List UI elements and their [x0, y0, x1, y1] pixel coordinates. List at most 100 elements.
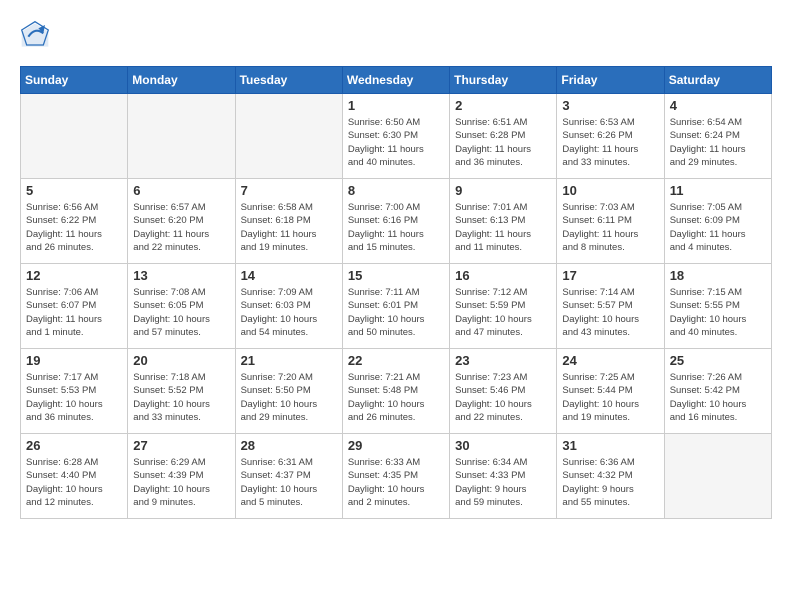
- calendar-cell: 14 Sunrise: 7:09 AM Sunset: 6:03 PM Dayli…: [235, 264, 342, 349]
- calendar-table: SundayMondayTuesdayWednesdayThursdayFrid…: [20, 66, 772, 519]
- day-number: 20: [133, 353, 229, 368]
- day-info: Sunrise: 6:53 AM Sunset: 6:26 PM Dayligh…: [562, 116, 658, 169]
- weekday-header: Friday: [557, 67, 664, 94]
- day-info: Sunrise: 6:29 AM Sunset: 4:39 PM Dayligh…: [133, 456, 229, 509]
- calendar-week: 1 Sunrise: 6:50 AM Sunset: 6:30 PM Daylig…: [21, 94, 772, 179]
- calendar-cell: 27 Sunrise: 6:29 AM Sunset: 4:39 PM Dayli…: [128, 434, 235, 519]
- calendar-cell: 29 Sunrise: 6:33 AM Sunset: 4:35 PM Dayli…: [342, 434, 449, 519]
- calendar-cell: 3 Sunrise: 6:53 AM Sunset: 6:26 PM Daylig…: [557, 94, 664, 179]
- calendar-cell: [21, 94, 128, 179]
- day-number: 14: [241, 268, 337, 283]
- calendar-cell: 16 Sunrise: 7:12 AM Sunset: 5:59 PM Dayli…: [450, 264, 557, 349]
- calendar-cell: [235, 94, 342, 179]
- calendar-cell: 5Sunrise: 6:56 AM Sunset: 6:22 PM Daylig…: [21, 179, 128, 264]
- day-info: Sunrise: 6:54 AM Sunset: 6:24 PM Dayligh…: [670, 116, 766, 169]
- day-number: 16: [455, 268, 551, 283]
- day-info: Sunrise: 7:21 AM Sunset: 5:48 PM Dayligh…: [348, 371, 444, 424]
- calendar-cell: 15Sunrise: 7:11 AM Sunset: 6:01 PM Dayli…: [342, 264, 449, 349]
- weekday-header: Wednesday: [342, 67, 449, 94]
- header-row: SundayMondayTuesdayWednesdayThursdayFrid…: [21, 67, 772, 94]
- day-number: 1: [348, 98, 444, 113]
- calendar-cell: 28 Sunrise: 6:31 AM Sunset: 4:37 PM Dayli…: [235, 434, 342, 519]
- day-number: 3: [562, 98, 658, 113]
- calendar-cell: 19 Sunrise: 7:17 AM Sunset: 5:53 PM Dayli…: [21, 349, 128, 434]
- day-number: 9: [455, 183, 551, 198]
- day-number: 29: [348, 438, 444, 453]
- calendar-cell: 10 Sunrise: 7:03 AM Sunset: 6:11 PM Dayli…: [557, 179, 664, 264]
- calendar-cell: 30 Sunrise: 6:34 AM Sunset: 4:33 PM Dayli…: [450, 434, 557, 519]
- calendar-cell: 25 Sunrise: 7:26 AM Sunset: 5:42 PM Dayli…: [664, 349, 771, 434]
- day-info: Sunrise: 7:00 AM Sunset: 6:16 PM Dayligh…: [348, 201, 444, 254]
- day-info: Sunrise: 6:51 AM Sunset: 6:28 PM Dayligh…: [455, 116, 551, 169]
- day-number: 10: [562, 183, 658, 198]
- day-number: 30: [455, 438, 551, 453]
- calendar-week: 12Sunrise: 7:06 AM Sunset: 6:07 PM Dayli…: [21, 264, 772, 349]
- logo: [20, 20, 54, 50]
- calendar-cell: 2 Sunrise: 6:51 AM Sunset: 6:28 PM Daylig…: [450, 94, 557, 179]
- day-info: Sunrise: 7:01 AM Sunset: 6:13 PM Dayligh…: [455, 201, 551, 254]
- weekday-header: Sunday: [21, 67, 128, 94]
- day-number: 19: [26, 353, 122, 368]
- calendar-cell: 24 Sunrise: 7:25 AM Sunset: 5:44 PM Dayli…: [557, 349, 664, 434]
- day-info: Sunrise: 6:58 AM Sunset: 6:18 PM Dayligh…: [241, 201, 337, 254]
- day-number: 25: [670, 353, 766, 368]
- calendar-cell: 12Sunrise: 7:06 AM Sunset: 6:07 PM Dayli…: [21, 264, 128, 349]
- day-info: Sunrise: 7:26 AM Sunset: 5:42 PM Dayligh…: [670, 371, 766, 424]
- calendar-cell: [664, 434, 771, 519]
- day-info: Sunrise: 6:28 AM Sunset: 4:40 PM Dayligh…: [26, 456, 122, 509]
- day-number: 17: [562, 268, 658, 283]
- day-info: Sunrise: 7:11 AM Sunset: 6:01 PM Dayligh…: [348, 286, 444, 339]
- day-info: Sunrise: 7:09 AM Sunset: 6:03 PM Dayligh…: [241, 286, 337, 339]
- calendar-cell: 31 Sunrise: 6:36 AM Sunset: 4:32 PM Dayli…: [557, 434, 664, 519]
- day-info: Sunrise: 7:06 AM Sunset: 6:07 PM Dayligh…: [26, 286, 122, 339]
- day-info: Sunrise: 6:50 AM Sunset: 6:30 PM Dayligh…: [348, 116, 444, 169]
- calendar-cell: 9 Sunrise: 7:01 AM Sunset: 6:13 PM Daylig…: [450, 179, 557, 264]
- calendar-cell: 4 Sunrise: 6:54 AM Sunset: 6:24 PM Daylig…: [664, 94, 771, 179]
- day-number: 31: [562, 438, 658, 453]
- day-info: Sunrise: 6:31 AM Sunset: 4:37 PM Dayligh…: [241, 456, 337, 509]
- day-info: Sunrise: 6:56 AM Sunset: 6:22 PM Dayligh…: [26, 201, 122, 254]
- day-info: Sunrise: 7:17 AM Sunset: 5:53 PM Dayligh…: [26, 371, 122, 424]
- calendar-cell: 11 Sunrise: 7:05 AM Sunset: 6:09 PM Dayli…: [664, 179, 771, 264]
- weekday-header: Saturday: [664, 67, 771, 94]
- day-info: Sunrise: 7:25 AM Sunset: 5:44 PM Dayligh…: [562, 371, 658, 424]
- day-info: Sunrise: 6:33 AM Sunset: 4:35 PM Dayligh…: [348, 456, 444, 509]
- page-header: [20, 20, 772, 50]
- day-info: Sunrise: 7:20 AM Sunset: 5:50 PM Dayligh…: [241, 371, 337, 424]
- day-number: 11: [670, 183, 766, 198]
- weekday-header: Monday: [128, 67, 235, 94]
- day-number: 4: [670, 98, 766, 113]
- day-info: Sunrise: 7:23 AM Sunset: 5:46 PM Dayligh…: [455, 371, 551, 424]
- day-info: Sunrise: 7:18 AM Sunset: 5:52 PM Dayligh…: [133, 371, 229, 424]
- day-info: Sunrise: 6:34 AM Sunset: 4:33 PM Dayligh…: [455, 456, 551, 509]
- day-number: 24: [562, 353, 658, 368]
- day-number: 21: [241, 353, 337, 368]
- day-info: Sunrise: 7:03 AM Sunset: 6:11 PM Dayligh…: [562, 201, 658, 254]
- day-info: Sunrise: 7:05 AM Sunset: 6:09 PM Dayligh…: [670, 201, 766, 254]
- day-number: 8: [348, 183, 444, 198]
- day-number: 27: [133, 438, 229, 453]
- day-info: Sunrise: 7:12 AM Sunset: 5:59 PM Dayligh…: [455, 286, 551, 339]
- calendar-cell: [128, 94, 235, 179]
- day-number: 2: [455, 98, 551, 113]
- weekday-header: Thursday: [450, 67, 557, 94]
- day-info: Sunrise: 6:57 AM Sunset: 6:20 PM Dayligh…: [133, 201, 229, 254]
- calendar-week: 19 Sunrise: 7:17 AM Sunset: 5:53 PM Dayli…: [21, 349, 772, 434]
- calendar-cell: 8 Sunrise: 7:00 AM Sunset: 6:16 PM Daylig…: [342, 179, 449, 264]
- calendar-cell: 13Sunrise: 7:08 AM Sunset: 6:05 PM Dayli…: [128, 264, 235, 349]
- calendar-cell: 26 Sunrise: 6:28 AM Sunset: 4:40 PM Dayli…: [21, 434, 128, 519]
- calendar-cell: 18Sunrise: 7:15 AM Sunset: 5:55 PM Dayli…: [664, 264, 771, 349]
- calendar-cell: 21 Sunrise: 7:20 AM Sunset: 5:50 PM Dayli…: [235, 349, 342, 434]
- calendar-cell: 20 Sunrise: 7:18 AM Sunset: 5:52 PM Dayli…: [128, 349, 235, 434]
- day-number: 28: [241, 438, 337, 453]
- day-number: 7: [241, 183, 337, 198]
- day-number: 6: [133, 183, 229, 198]
- calendar-cell: 17 Sunrise: 7:14 AM Sunset: 5:57 PM Dayli…: [557, 264, 664, 349]
- logo-icon: [20, 20, 50, 50]
- calendar-week: 5Sunrise: 6:56 AM Sunset: 6:22 PM Daylig…: [21, 179, 772, 264]
- day-info: Sunrise: 7:14 AM Sunset: 5:57 PM Dayligh…: [562, 286, 658, 339]
- calendar-cell: 23Sunrise: 7:23 AM Sunset: 5:46 PM Dayli…: [450, 349, 557, 434]
- day-number: 26: [26, 438, 122, 453]
- day-number: 18: [670, 268, 766, 283]
- day-info: Sunrise: 6:36 AM Sunset: 4:32 PM Dayligh…: [562, 456, 658, 509]
